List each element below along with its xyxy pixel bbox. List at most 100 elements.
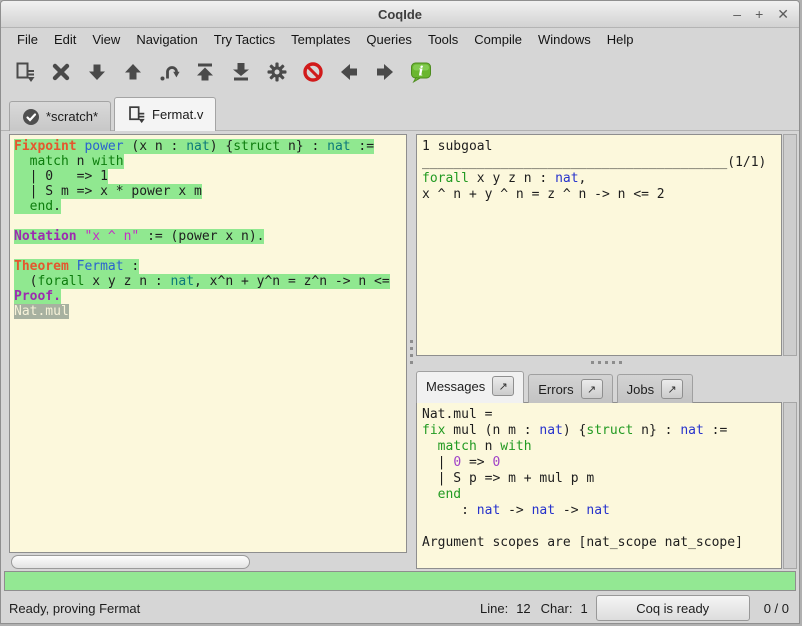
go-to-cursor-button[interactable] [151, 56, 187, 88]
tab-jobs[interactable]: Jobs ↗ [617, 374, 693, 403]
code-line: | S p => m + mul p m [422, 471, 781, 487]
vertical-splitter[interactable] [407, 134, 416, 569]
code-line: | S m => x * power x m [14, 184, 406, 199]
code-line: Theorem Fermat : [14, 259, 406, 274]
menu-item-file[interactable]: File [9, 30, 46, 49]
code-line: _______________________________________(… [422, 155, 781, 171]
message-tab-bar: Messages ↗ Errors ↗ Jobs ↗ [416, 368, 797, 402]
close-buffer-button[interactable] [43, 56, 79, 88]
tab-messages-label: Messages [426, 379, 485, 394]
menu-item-queries[interactable]: Queries [358, 30, 420, 49]
tab-messages[interactable]: Messages ↗ [416, 371, 524, 403]
code-line: forall x y z n : nat, [422, 171, 781, 187]
tab-scratch[interactable]: *scratch* [9, 101, 111, 131]
detach-arrow-icon: ↗ [499, 380, 508, 393]
scrollbar-thumb[interactable] [11, 555, 250, 569]
coq-state-button[interactable]: Coq is ready [596, 595, 750, 621]
step-forward-icon [86, 61, 108, 83]
char-value: 1 [580, 601, 587, 616]
editor-column: Fixpoint power (x n : nat) {struct n} : … [9, 134, 407, 569]
code-line: Nat.mul [14, 304, 406, 319]
menu-item-windows[interactable]: Windows [530, 30, 599, 49]
step-backward-icon [122, 61, 144, 83]
code-line: | 0 => 1 [14, 169, 406, 184]
interrupt-icon [302, 61, 324, 83]
messages-scrollbar[interactable] [783, 402, 797, 569]
previous-icon [338, 61, 360, 83]
line-value: 12 [516, 601, 530, 616]
maximize-button[interactable]: + [755, 1, 763, 27]
progress-row [1, 569, 799, 593]
code-line: 1 subgoal [422, 139, 781, 155]
code-line: Argument scopes are [nat_scope nat_scope… [422, 535, 781, 551]
restart-button[interactable] [187, 56, 223, 88]
window-title: CoqIde [378, 7, 422, 22]
menu-item-compile[interactable]: Compile [466, 30, 530, 49]
minimize-button[interactable]: – [733, 1, 741, 27]
page-download-icon [127, 105, 146, 124]
detach-jobs-button[interactable]: ↗ [661, 379, 683, 399]
buffer-tab-bar: *scratch* Fermat.v [1, 92, 799, 131]
menu-item-templates[interactable]: Templates [283, 30, 358, 49]
code-line: Notation "x ^ n" := (power x n). [14, 229, 406, 244]
main-area: Fixpoint power (x n : nat) {struct n} : … [1, 131, 799, 569]
code-line: (forall x y z n : nat, x^n + y^n = z^n -… [14, 274, 406, 289]
code-line: end [422, 487, 781, 503]
status-bar: Ready, proving Fermat Line: 12 Char: 1 C… [1, 593, 799, 623]
menu-bar: File Edit View Navigation Try Tactics Te… [1, 28, 799, 51]
code-line: Fixpoint power (x n : nat) {struct n} : … [14, 139, 406, 154]
goal-pane[interactable]: 1 subgoal_______________________________… [416, 134, 782, 356]
save-button[interactable] [7, 56, 43, 88]
code-line [14, 244, 406, 259]
code-line: | 0 => 0 [422, 455, 781, 471]
status-right: Line: 12 Char: 1 Coq is ready 0 / 0 [470, 595, 789, 621]
worker-counter: 0 / 0 [764, 601, 789, 616]
menu-item-help[interactable]: Help [599, 30, 642, 49]
fully-check-button[interactable] [259, 56, 295, 88]
horizontal-splitter[interactable] [416, 356, 797, 368]
save-icon [14, 61, 36, 83]
messages-pane[interactable]: Nat.mul =fix mul (n m : nat) {struct n} … [416, 402, 782, 569]
interrupt-button[interactable] [295, 56, 331, 88]
messages-row: Nat.mul =fix mul (n m : nat) {struct n} … [416, 402, 797, 569]
code-line: Nat.mul = [422, 407, 781, 423]
code-line: end. [14, 199, 406, 214]
menu-item-try-tactics[interactable]: Try Tactics [206, 30, 283, 49]
tab-fermat[interactable]: Fermat.v [114, 97, 216, 131]
next-button[interactable] [367, 56, 403, 88]
code-line: x ^ n + y ^ n = z ^ n -> n <= 2 [422, 187, 781, 203]
info-button[interactable]: i [403, 56, 439, 88]
code-line: Proof. [14, 289, 406, 304]
menu-item-tools[interactable]: Tools [420, 30, 466, 49]
previous-button[interactable] [331, 56, 367, 88]
svg-text:i: i [419, 64, 424, 79]
menu-item-navigation[interactable]: Navigation [128, 30, 205, 49]
goal-scrollbar[interactable] [783, 134, 797, 356]
tab-errors-label: Errors [538, 382, 573, 397]
run-to-end-button[interactable] [223, 56, 259, 88]
menu-item-view[interactable]: View [84, 30, 128, 49]
detach-errors-button[interactable]: ↗ [581, 379, 603, 399]
script-editor[interactable]: Fixpoint power (x n : nat) {struct n} : … [9, 134, 407, 553]
menu-item-edit[interactable]: Edit [46, 30, 84, 49]
restart-icon [194, 61, 216, 83]
step-backward-button[interactable] [115, 56, 151, 88]
code-line [422, 519, 781, 535]
status-message: Ready, proving Fermat [9, 601, 470, 616]
goal-row: 1 subgoal_______________________________… [416, 134, 797, 356]
go-to-cursor-icon [158, 61, 180, 83]
progress-bar [4, 571, 796, 591]
title-bar[interactable]: CoqIde – + ✕ [1, 1, 799, 28]
step-forward-button[interactable] [79, 56, 115, 88]
code-line: : nat -> nat -> nat [422, 503, 781, 519]
editor-horizontal-scrollbar[interactable] [9, 554, 407, 569]
close-button[interactable]: ✕ [777, 1, 789, 27]
right-column: 1 subgoal_______________________________… [416, 134, 797, 569]
tab-scratch-label: *scratch* [46, 109, 98, 124]
detach-arrow-icon: ↗ [668, 383, 677, 396]
tab-jobs-label: Jobs [627, 382, 654, 397]
info-icon: i [409, 60, 433, 84]
fully-check-icon [266, 61, 288, 83]
detach-messages-button[interactable]: ↗ [492, 376, 514, 396]
tab-errors[interactable]: Errors ↗ [528, 374, 612, 403]
